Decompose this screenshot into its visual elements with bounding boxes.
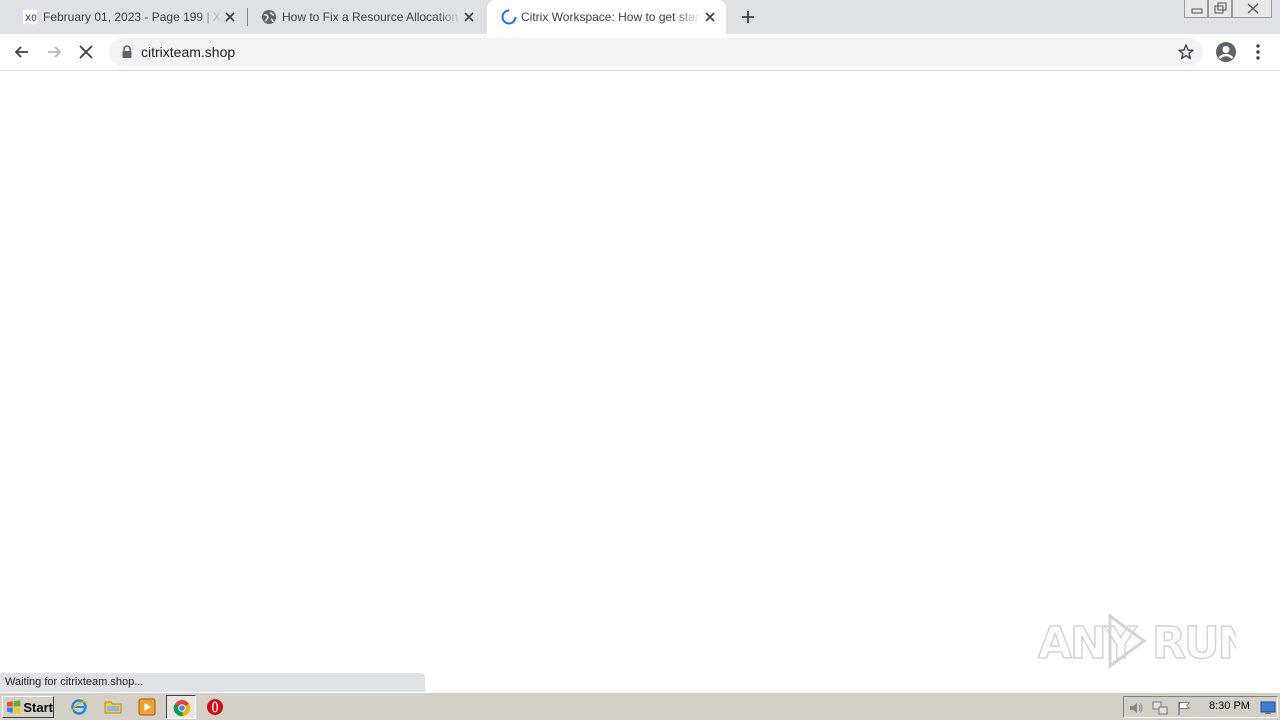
tab-resource-allocation[interactable]: How to Fix a Resource Allocation Problem — [247, 0, 485, 34]
status-bubble: Waiting for citrixteam.shop... — [0, 673, 425, 692]
minimize-icon — [1191, 8, 1203, 14]
minimize-button[interactable] — [1184, 0, 1208, 18]
action-center-flag-icon[interactable] — [1176, 700, 1192, 716]
back-arrow-icon[interactable] — [12, 42, 32, 62]
bookmark-star-icon[interactable] — [1177, 43, 1195, 61]
url-text[interactable]: citrixteam.shop — [141, 44, 235, 60]
browser-toolbar: citrixteam.shop — [0, 34, 1280, 71]
lock-icon[interactable] — [121, 45, 133, 59]
kebab-menu-icon[interactable] — [1250, 42, 1266, 62]
opera-icon[interactable] — [206, 698, 224, 716]
stop-loading-icon[interactable] — [76, 42, 96, 62]
start-label: Start — [23, 699, 53, 715]
chrome-icon — [173, 700, 191, 717]
tab-title: Citrix Workspace: How to get started — [521, 10, 701, 24]
folder-icon[interactable] — [104, 698, 122, 716]
svg-text:X0: X0 — [25, 14, 37, 24]
tab-strip: X0 February 01, 2023 - Page 199 | Xploit… — [0, 0, 1280, 34]
page-content — [0, 72, 1280, 692]
restore-icon — [1214, 2, 1227, 14]
tab-title: How to Fix a Resource Allocation Problem — [282, 10, 462, 24]
media-player-icon[interactable] — [138, 698, 156, 716]
show-desktop-icon[interactable] — [1260, 701, 1276, 715]
new-tab-icon[interactable] — [738, 7, 758, 27]
close-tab-icon[interactable] — [702, 9, 718, 25]
close-tab-icon[interactable] — [222, 9, 238, 25]
anyrun-watermark-logo: ANY RUN — [1037, 613, 1236, 670]
system-tray: 8:30 PM — [1123, 696, 1278, 718]
network-icon[interactable] — [1152, 700, 1168, 716]
close-window-button[interactable] — [1232, 0, 1272, 18]
loading-spinner-icon — [501, 9, 517, 25]
windows-logo-icon — [6, 700, 21, 714]
svg-text:RUN: RUN — [1152, 618, 1236, 669]
xploit-icon: X0 — [22, 9, 38, 25]
close-tab-icon[interactable] — [461, 9, 477, 25]
address-bar[interactable]: citrixteam.shop — [109, 38, 1203, 66]
tab-citrix-workspace[interactable]: Citrix Workspace: How to get started — [487, 0, 726, 34]
start-button[interactable]: Start — [2, 696, 54, 718]
tab-title: February 01, 2023 - Page 199 | Xploit — [43, 10, 223, 24]
ie-icon[interactable] — [70, 698, 88, 716]
restore-button[interactable] — [1208, 0, 1232, 18]
windows-taskbar: Start 8:30 PM — [0, 692, 1280, 720]
close-window-icon — [1247, 3, 1259, 14]
profile-avatar-icon[interactable] — [1215, 41, 1237, 63]
chrome-taskbar-button[interactable] — [166, 695, 196, 719]
clock[interactable]: 8:30 PM — [1209, 700, 1250, 712]
volume-icon[interactable] — [1128, 700, 1144, 716]
globe-icon — [262, 10, 276, 24]
tab-xploit[interactable]: X0 February 01, 2023 - Page 199 | Xploit — [8, 0, 246, 34]
forward-arrow-icon[interactable] — [44, 42, 64, 62]
